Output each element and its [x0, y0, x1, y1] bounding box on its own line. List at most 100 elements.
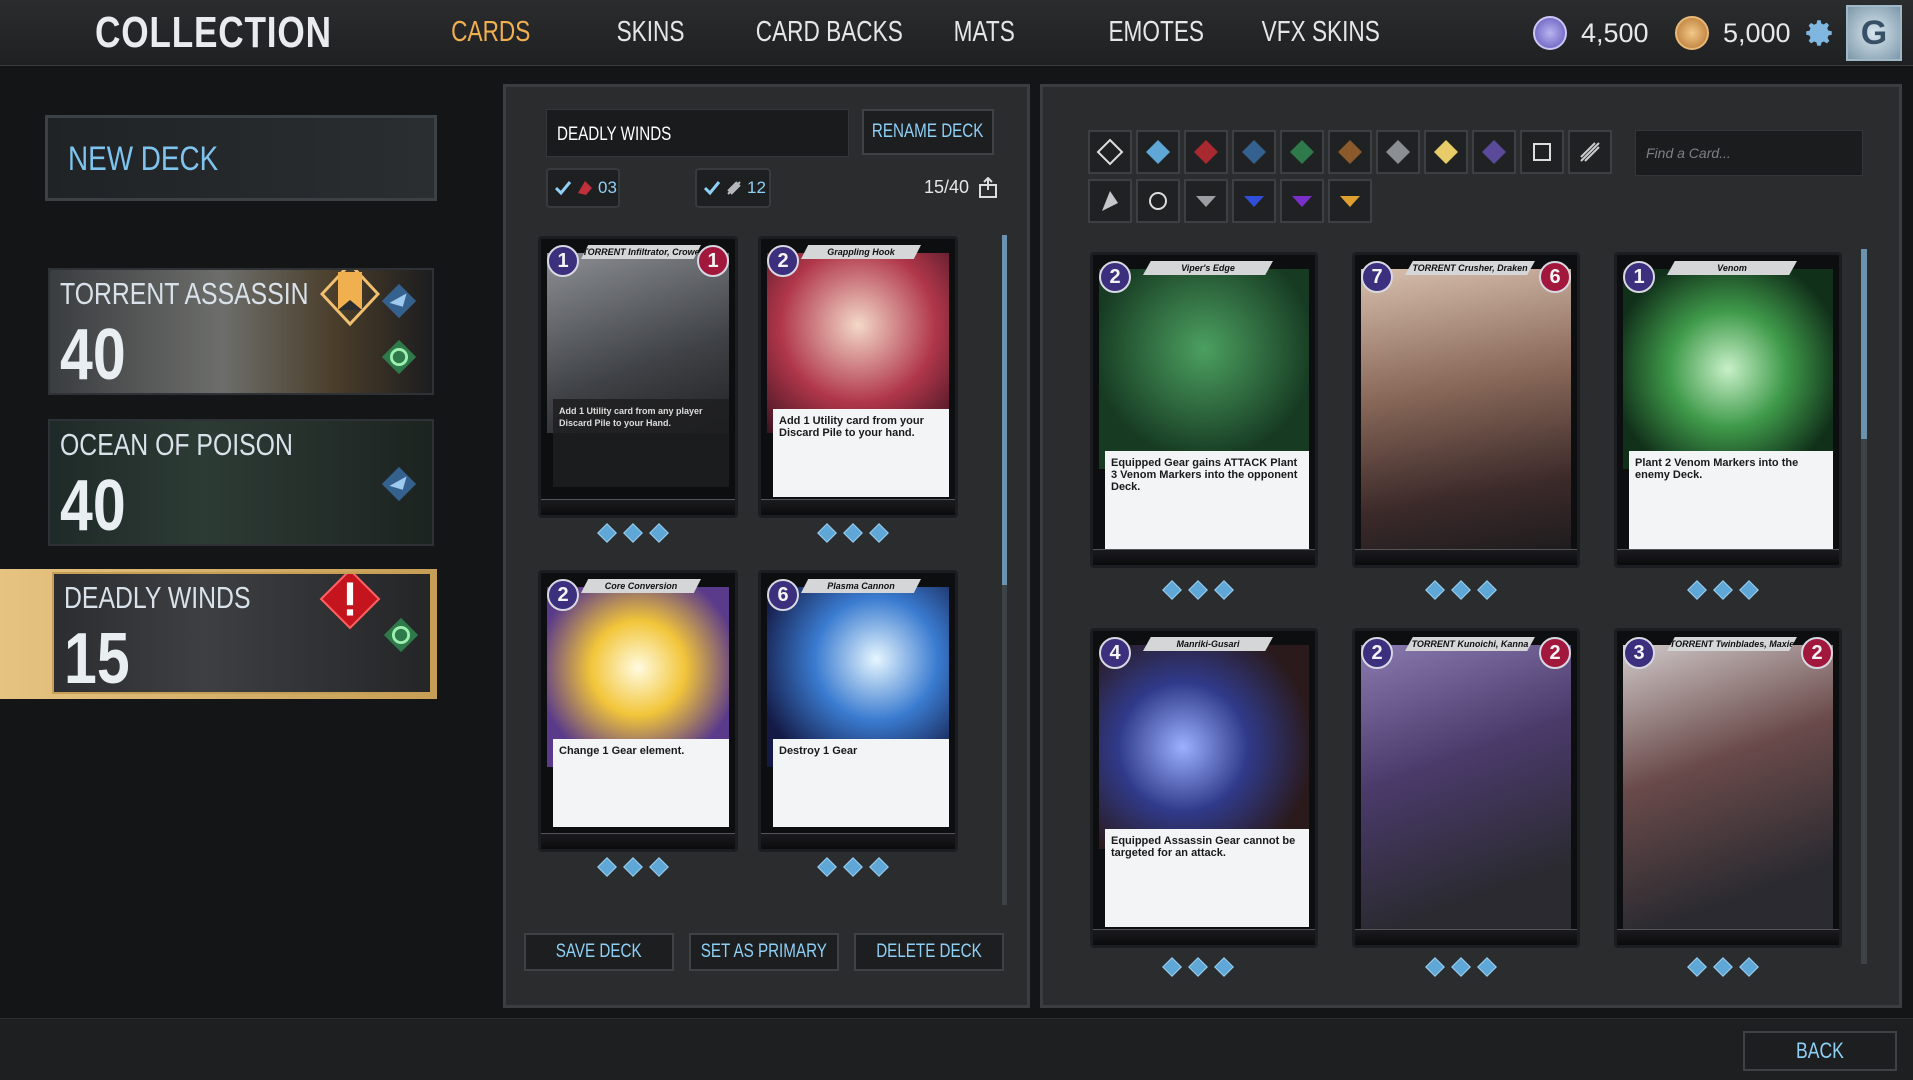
- filter-unit[interactable]: [1088, 179, 1132, 223]
- card-cost: 2: [547, 579, 579, 611]
- deck-card[interactable]: 2 Core Conversion Change 1 Gear element.: [538, 570, 738, 852]
- deck-card-count: 40: [60, 315, 126, 395]
- tab-mats[interactable]: MATS: [954, 16, 1015, 49]
- deck-scrollbar-thumb[interactable]: [1002, 235, 1007, 585]
- filter-legendary[interactable]: [1328, 179, 1372, 223]
- set-primary-button[interactable]: SET AS PRIMARY: [689, 933, 839, 971]
- filter-common[interactable]: [1184, 179, 1228, 223]
- filter-poison[interactable]: [1280, 130, 1324, 174]
- epic-rarity-icon: [1292, 196, 1312, 207]
- card-footer: [1093, 549, 1315, 565]
- copy-pip: [1477, 580, 1497, 600]
- library-card[interactable]: 7 6 TORRENT Crusher, Draken: [1352, 252, 1580, 568]
- copy-pip: [1687, 957, 1707, 977]
- card-name: Venom: [1667, 261, 1797, 275]
- back-button[interactable]: BACK: [1743, 1031, 1897, 1071]
- library-scrollbar-thumb[interactable]: [1861, 249, 1867, 439]
- filter-fire[interactable]: [1184, 130, 1228, 174]
- tab-skins[interactable]: SKINS: [617, 16, 685, 49]
- save-deck-button[interactable]: SAVE DECK: [524, 933, 674, 971]
- filter-neutral[interactable]: [1520, 130, 1564, 174]
- new-deck-button[interactable]: NEW DECK: [45, 115, 437, 201]
- filter-all[interactable]: [1088, 130, 1132, 174]
- card-art: [1099, 645, 1309, 849]
- incomplete-deck-warning-icon: [319, 574, 381, 630]
- card-name: TORRENT Crusher, Draken: [1405, 261, 1535, 275]
- library-card[interactable]: 2 2 TORRENT Kunoichi, Kanna: [1352, 628, 1580, 948]
- rename-deck-button[interactable]: RENAME DECK: [862, 109, 994, 155]
- card-footer: [1617, 929, 1839, 945]
- card-name: TORRENT Kunoichi, Kanna: [1405, 637, 1535, 651]
- deck-name-field[interactable]: DEADLY WINDS: [546, 109, 849, 157]
- filter-wind[interactable]: [1136, 130, 1180, 174]
- copy-pip: [1214, 580, 1234, 600]
- avatar-letter: G: [1860, 13, 1888, 52]
- deck-item-deadly-winds[interactable]: DEADLY WINDS 15: [52, 572, 432, 694]
- top-bar: COLLECTION CARDS SKINS CARD BACKS MATS E…: [0, 0, 1913, 66]
- deck-card[interactable]: 2 Grappling Hook Add 1 Utility card from…: [758, 236, 958, 518]
- card-name: TORRENT Twinblades, Maxie: [1667, 637, 1797, 651]
- card-art: [1361, 645, 1571, 939]
- deck-card[interactable]: 6 Plasma Cannon Destroy 1 Gear: [758, 570, 958, 852]
- card-search-input[interactable]: Find a Card...: [1635, 130, 1863, 176]
- deck-item-ocean-of-poison[interactable]: OCEAN OF POISON 40: [48, 419, 434, 546]
- primary-deck-badge-icon: [320, 270, 380, 327]
- copy-pip: [1739, 580, 1759, 600]
- library-card[interactable]: 1 Venom Plant 2 Venom Markers into the e…: [1614, 252, 1842, 568]
- delete-deck-button[interactable]: DELETE DECK: [854, 933, 1004, 971]
- card-attack: 2: [1539, 637, 1571, 669]
- dark-element-icon: [1482, 140, 1506, 164]
- common-rarity-icon: [1196, 196, 1216, 207]
- settings-gear-icon[interactable]: [1802, 16, 1836, 50]
- copy-pip: [817, 523, 837, 543]
- copy-pip: [597, 857, 617, 877]
- library-card[interactable]: 2 Viper's Edge Equipped Gear gains ATTAC…: [1090, 252, 1318, 568]
- copy-pip: [1214, 957, 1234, 977]
- deck-card-count: 40: [60, 466, 126, 546]
- deck-item-torrent-assassin[interactable]: TORRENT ASSASSIN 40: [48, 268, 434, 395]
- filter-epic[interactable]: [1280, 179, 1324, 223]
- tab-emotes[interactable]: EMOTES: [1108, 16, 1204, 49]
- copy-pip: [623, 857, 643, 877]
- library-card[interactable]: 4 Manriki-Gusari Equipped Assassin Gear …: [1090, 628, 1318, 948]
- square-icon: [1533, 143, 1551, 161]
- deck-name: OCEAN OF POISON: [60, 427, 293, 462]
- premium-currency: 4,500: [1533, 12, 1649, 54]
- card-copies: [1687, 957, 1759, 977]
- deck-name: TORRENT ASSASSIN: [60, 276, 309, 311]
- card-name: Plasma Cannon: [801, 579, 921, 593]
- library-card[interactable]: 3 2 TORRENT Twinblades, Maxie: [1614, 628, 1842, 948]
- filter-utility[interactable]: [1136, 179, 1180, 223]
- gear-count-pill: 12: [695, 168, 771, 208]
- card-cost: 7: [1361, 261, 1393, 293]
- tab-cards[interactable]: CARDS: [451, 16, 530, 49]
- card-text: Destroy 1 Gear: [773, 739, 949, 827]
- filter-steel[interactable]: [1376, 130, 1420, 174]
- card-text: Add 1 Utility card from any player Disca…: [553, 399, 729, 487]
- card-copies: [817, 857, 889, 877]
- card-attack: 1: [697, 245, 729, 277]
- filter-earth[interactable]: [1328, 130, 1372, 174]
- filter-light[interactable]: [1424, 130, 1468, 174]
- filter-dark[interactable]: [1472, 130, 1516, 174]
- library-scrollbar[interactable]: [1861, 249, 1867, 964]
- tab-card-backs[interactable]: CARD BACKS: [756, 16, 903, 49]
- card-text: Equipped Assassin Gear cannot be targete…: [1105, 829, 1309, 927]
- card-text: Add 1 Utility card from your Discard Pil…: [773, 409, 949, 497]
- player-avatar[interactable]: G: [1846, 5, 1902, 61]
- export-deck-icon[interactable]: [978, 176, 998, 199]
- filter-water[interactable]: [1232, 130, 1276, 174]
- copy-pip: [597, 523, 617, 543]
- card-footer: [541, 499, 735, 515]
- tab-vfx-skins[interactable]: VFX SKINS: [1262, 16, 1380, 49]
- wind-element-icon: [381, 283, 417, 319]
- copy-pip: [1162, 580, 1182, 600]
- card-footer: [1355, 549, 1577, 565]
- card-name: Core Conversion: [581, 579, 701, 593]
- deck-card[interactable]: 1 1 TORRENT Infiltrator, Crowe Add 1 Uti…: [538, 236, 738, 518]
- filter-rare[interactable]: [1232, 179, 1276, 223]
- deck-scrollbar[interactable]: [1002, 235, 1007, 905]
- filter-gear[interactable]: [1568, 130, 1612, 174]
- copy-pip: [1477, 957, 1497, 977]
- card-copies: [817, 523, 889, 543]
